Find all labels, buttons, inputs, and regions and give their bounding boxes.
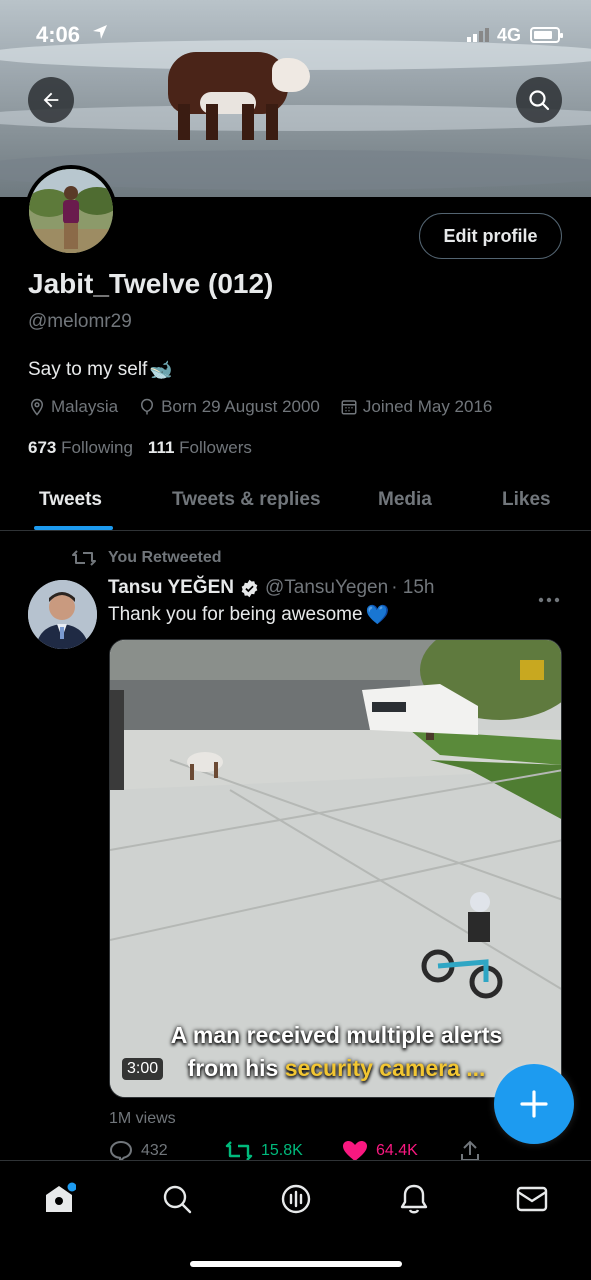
status-bar: 4:06 4G <box>0 0 591 68</box>
battery-icon <box>530 27 563 43</box>
like-button[interactable]: 64.4K <box>342 1140 418 1162</box>
arrow-left-icon <box>43 92 59 108</box>
tweet-time: · 15h <box>391 577 435 598</box>
nav-notifications[interactable] <box>394 1181 434 1217</box>
profile-meta: Malaysia Born 29 August 2000 Joined May … <box>28 397 512 417</box>
following-label: Following <box>61 438 133 457</box>
retweet-label: You Retweeted <box>108 549 222 566</box>
tweet-author-handle[interactable]: @TansuYegen <box>265 577 388 599</box>
video-duration: 3:00 <box>122 1058 164 1080</box>
blue-heart-emoji: 💙 <box>365 605 390 626</box>
location-text: Malaysia <box>51 397 119 416</box>
share-icon <box>461 1140 479 1161</box>
joined-text: Joined May 2016 <box>362 397 493 416</box>
tab-tweets[interactable]: Tweets <box>39 470 102 530</box>
retweet-icon <box>225 1141 253 1161</box>
video-caption-line2: from his security camera ... <box>110 1052 561 1085</box>
retweet-context: You Retweeted <box>72 548 222 568</box>
more-options-button[interactable] <box>538 586 560 609</box>
search-icon <box>163 1185 192 1214</box>
retweet-icon <box>72 550 96 566</box>
nav-explore[interactable] <box>157 1181 197 1217</box>
location-pin-icon <box>30 398 44 416</box>
nav-messages[interactable] <box>512 1181 552 1217</box>
reply-button[interactable]: 432 <box>109 1140 168 1162</box>
back-button[interactable] <box>28 77 74 123</box>
retweet-count: 15.8K <box>261 1142 303 1159</box>
home-icon <box>46 1182 76 1212</box>
calendar-icon <box>341 400 357 415</box>
video-caption-line2-pre: from his <box>187 1055 285 1081</box>
more-icon <box>538 597 560 603</box>
following-link[interactable]: 673 Following <box>28 438 133 458</box>
share-button[interactable] <box>459 1140 481 1162</box>
banner-cow-leg <box>266 104 278 140</box>
followers-count: 111 <box>147 438 175 457</box>
edit-profile-button[interactable]: Edit profile <box>419 213 562 259</box>
profile-tabs: Tweets Tweets & replies Media Likes <box>0 470 591 531</box>
tweet-text: Thank you for being awesome 💙 <box>108 603 389 627</box>
mail-icon <box>516 1186 548 1212</box>
birthday-text: Born 29 August 2000 <box>161 397 320 416</box>
heart-icon <box>343 1141 367 1161</box>
tweet-author-avatar[interactable] <box>28 580 97 649</box>
banner-cow-leg <box>206 104 218 140</box>
reply-count: 432 <box>141 1142 168 1159</box>
retweet-button[interactable]: 15.8K <box>225 1140 303 1162</box>
profile-avatar[interactable] <box>25 165 117 257</box>
active-tab-indicator <box>34 526 113 530</box>
signal-icon <box>467 28 491 47</box>
video-caption-highlight: security camera ... <box>284 1055 486 1081</box>
tweet-views: 1M views <box>109 1110 176 1127</box>
home-indicator <box>190 1261 402 1267</box>
verified-badge-icon <box>241 579 258 597</box>
spaces-icon <box>281 1184 311 1214</box>
search-button[interactable] <box>516 77 562 123</box>
nav-home[interactable] <box>39 1181 79 1217</box>
profile-bio: Say to my self 🐋 <box>28 358 173 382</box>
following-count: 673 <box>28 438 57 457</box>
tab-likes[interactable]: Likes <box>502 470 551 530</box>
birthday-item: Born 29 August 2000 <box>138 397 320 417</box>
search-icon <box>529 90 550 111</box>
followers-link[interactable]: 111 Followers <box>148 438 252 458</box>
location-item: Malaysia <box>28 397 118 417</box>
video-caption: A man received multiple alerts from his … <box>110 1019 561 1085</box>
reply-icon <box>109 1140 133 1162</box>
bell-icon <box>400 1184 428 1214</box>
tweet-text-content: Thank you for being awesome <box>108 604 363 625</box>
followers-label: Followers <box>179 438 252 457</box>
status-time: 4:06 <box>36 22 81 47</box>
bio-text: Say to my self <box>28 359 148 380</box>
tweet-header: Tansu YEĞEN @TansuYegen · 15h <box>108 577 435 599</box>
compose-tweet-button[interactable] <box>494 1064 574 1144</box>
nav-spaces[interactable] <box>276 1181 316 1217</box>
network-label: 4G <box>497 25 522 45</box>
video-caption-line1: A man received multiple alerts <box>170 1022 503 1048</box>
tab-media[interactable]: Media <box>378 470 432 530</box>
location-arrow-icon <box>92 24 108 45</box>
tweet-author-name[interactable]: Tansu YEĞEN <box>108 577 234 599</box>
plus-icon <box>520 1090 548 1118</box>
joined-item: Joined May 2016 <box>340 397 492 417</box>
banner-cow-leg <box>178 104 190 140</box>
profile-name: Jabit_Twelve (012) <box>28 268 274 299</box>
banner-wave <box>0 105 591 131</box>
balloon-icon <box>141 398 154 415</box>
tweet-video[interactable]: A man received multiple alerts from his … <box>109 639 562 1098</box>
profile-handle: @melomr29 <box>28 311 132 332</box>
tab-tweets-replies[interactable]: Tweets & replies <box>172 470 321 530</box>
follow-stats: 673 Following 111 Followers <box>28 438 252 458</box>
whale-emoji: 🐋 <box>149 360 173 381</box>
banner-cow-leg <box>242 104 254 140</box>
like-count: 64.4K <box>376 1142 418 1159</box>
